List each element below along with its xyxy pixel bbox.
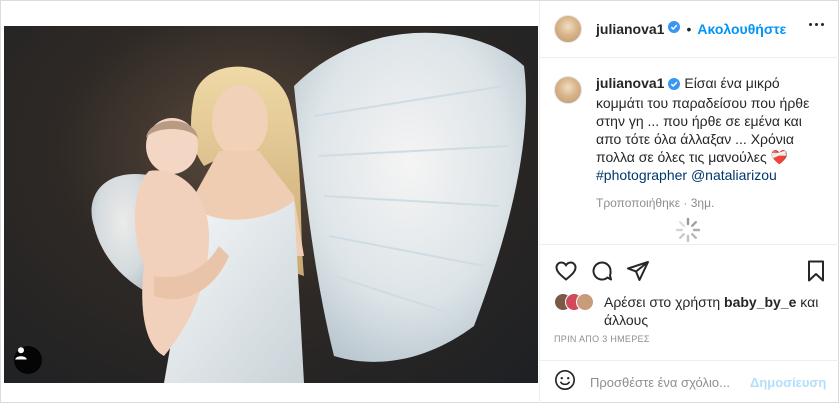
- heart-emoji: ❤️‍🩹: [770, 149, 789, 165]
- likes-summary: Αρέσει στο χρήστη baby_by_e και άλλους: [554, 293, 834, 329]
- verified-badge-icon: [668, 76, 681, 94]
- mention-link[interactable]: @nataliarizou: [691, 167, 777, 183]
- bookmark-icon[interactable]: [804, 259, 828, 288]
- caption-username[interactable]: julianova1: [596, 75, 664, 91]
- hashtag-link[interactable]: #photographer: [596, 167, 687, 183]
- author-username[interactable]: julianova1: [596, 21, 664, 37]
- likes-prefix: Αρέσει στο χρήστη: [604, 294, 725, 310]
- follow-button[interactable]: Ακολουθήστε: [697, 21, 786, 37]
- emoji-icon[interactable]: [554, 369, 576, 396]
- liker-avatars[interactable]: [554, 293, 596, 313]
- more-options-icon[interactable]: [809, 23, 824, 26]
- author-avatar[interactable]: [554, 15, 582, 43]
- user-tag-button[interactable]: [14, 346, 42, 374]
- post-comment-button[interactable]: Δημοσίευση: [750, 375, 826, 390]
- heart-icon[interactable]: [554, 259, 578, 288]
- caption-row: julianova1 Είσαι ένα μικρό κομμάτι του π…: [554, 74, 826, 184]
- caption-text: julianova1 Είσαι ένα μικρό κομμάτι του π…: [596, 74, 824, 184]
- comment-input[interactable]: [590, 375, 750, 390]
- comment-box: Δημοσίευση: [540, 360, 839, 403]
- liker-username[interactable]: baby_by_e: [724, 294, 796, 310]
- share-icon[interactable]: [626, 259, 650, 288]
- liker-avatar: [576, 293, 594, 311]
- post-header: julianova1 • Ακολουθήστε: [540, 1, 839, 58]
- post-container: julianova1 • Ακολουθήστε julianova1 Είσα…: [0, 0, 839, 403]
- post-image[interactable]: [4, 26, 538, 383]
- photo-illustration: [91, 32, 526, 383]
- post-side-panel: julianova1 • Ακολουθήστε julianova1 Είσα…: [539, 1, 839, 403]
- user-tag-icon: [15, 347, 27, 360]
- comment-icon[interactable]: [590, 259, 614, 288]
- likes-text: Αρέσει στο χρήστη baby_by_e και άλλους: [604, 293, 834, 329]
- edited-timestamp: Τροποποιήθηκε · 3ημ.: [596, 196, 715, 210]
- caption-author-avatar[interactable]: [554, 76, 582, 104]
- verified-badge-icon: [668, 20, 681, 38]
- action-bar: [540, 244, 839, 294]
- header-separator: •: [686, 21, 692, 37]
- comments-area: julianova1 Είσαι ένα μικρό κομμάτι του π…: [540, 58, 839, 244]
- post-timestamp[interactable]: ΠΡΙΝ ΑΠΟ 3 ΗΜΕΡΕΣ: [554, 334, 650, 344]
